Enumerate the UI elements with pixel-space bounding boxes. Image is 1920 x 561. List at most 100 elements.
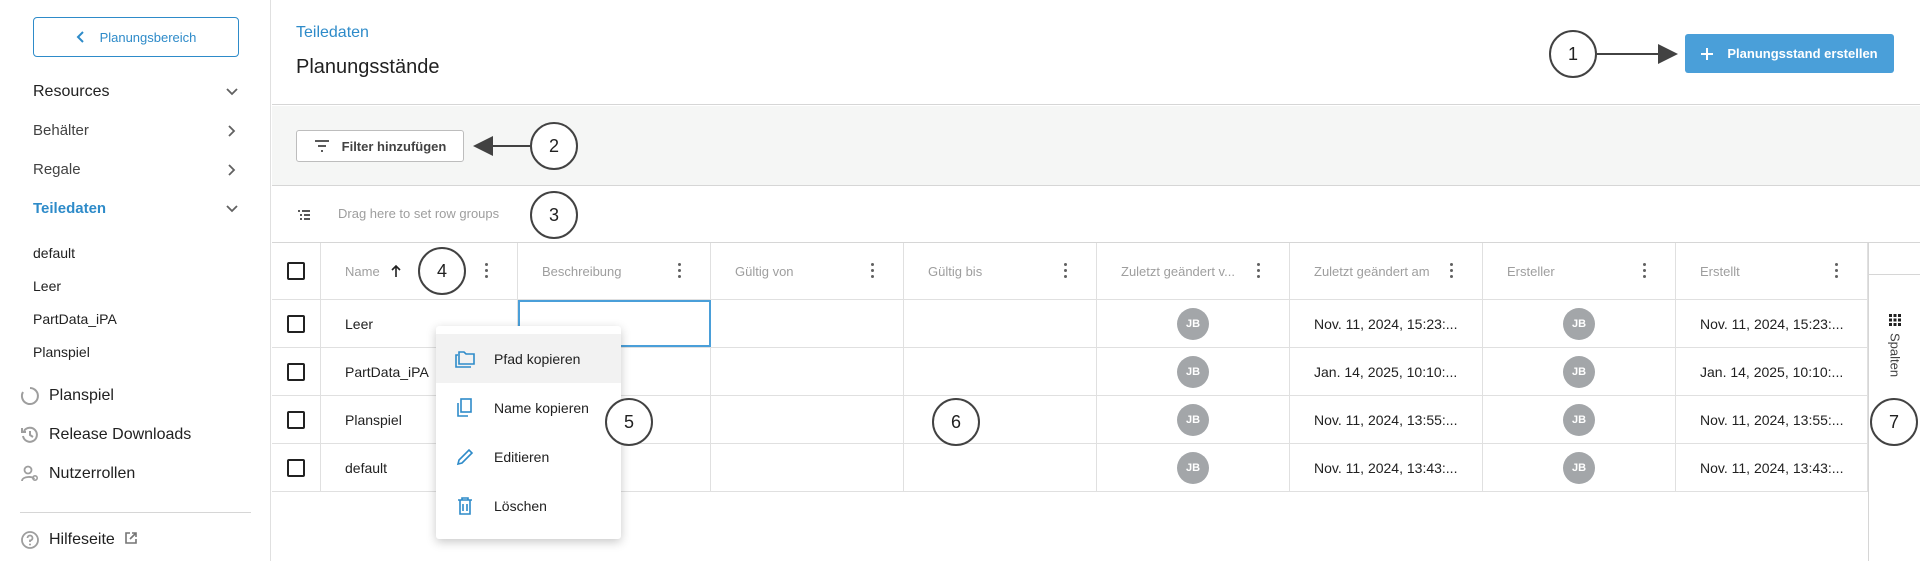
sidebar-item-release-downloads[interactable]: Release Downloads bbox=[20, 425, 191, 445]
row-group-placeholder: Drag here to set row groups bbox=[338, 206, 500, 221]
row-checkbox[interactable] bbox=[287, 314, 305, 333]
column-header-erstellt[interactable]: Erstellt bbox=[1676, 243, 1868, 299]
sidebar-item-regale[interactable]: Regale bbox=[33, 161, 239, 178]
row-select-cell bbox=[272, 396, 321, 443]
page-title: Planungsstände bbox=[296, 56, 440, 78]
filter-bar: Filter hinzufügen bbox=[272, 106, 1920, 186]
menu-item-copy-name[interactable]: Name kopieren bbox=[436, 383, 621, 432]
column-header-gueltig-von[interactable]: Gültig von bbox=[711, 243, 904, 299]
sidebar-subitem-default[interactable]: default bbox=[33, 245, 75, 261]
column-header-ersteller[interactable]: Ersteller bbox=[1483, 243, 1676, 299]
sidebar-item-behaelter[interactable]: Behälter bbox=[33, 122, 239, 139]
sidebar-item-resources[interactable]: Resources bbox=[33, 83, 239, 101]
cell-erstellt[interactable]: Nov. 11, 2024, 13:55:... bbox=[1676, 396, 1868, 443]
annotation-marker-3: 3 bbox=[530, 191, 578, 239]
cell-erstellt[interactable]: Nov. 11, 2024, 13:43:... bbox=[1676, 444, 1868, 491]
columns-panel-tab[interactable]: Spalten bbox=[1881, 313, 1909, 377]
menu-item-delete[interactable]: Löschen bbox=[436, 481, 621, 530]
select-all-cell bbox=[272, 243, 321, 299]
avatar: JB bbox=[1177, 307, 1209, 340]
sidebar-subitem-partdata-ipa[interactable]: PartData_iPA bbox=[33, 311, 117, 327]
sidebar-item-hilfeseite[interactable]: Hilfeseite bbox=[20, 530, 138, 550]
cell-gueltig-bis[interactable] bbox=[904, 444, 1097, 491]
column-header-label: Gültig von bbox=[735, 263, 794, 279]
sort-ascending-icon bbox=[391, 264, 401, 277]
column-header-zuletzt-geaendert-am[interactable]: Zuletzt geändert am bbox=[1290, 243, 1483, 299]
cell-ersteller[interactable]: JB bbox=[1483, 300, 1676, 347]
column-menu-icon[interactable] bbox=[1064, 263, 1068, 279]
cell-zuletzt-geaendert-von[interactable]: JB bbox=[1097, 396, 1290, 443]
column-header-beschreibung[interactable]: Beschreibung bbox=[518, 243, 711, 299]
column-header-zuletzt-geaendert-von[interactable]: Zuletzt geändert v... bbox=[1097, 243, 1290, 299]
cell-zuletzt-geaendert-von[interactable]: JB bbox=[1097, 348, 1290, 395]
menu-item-label: Editieren bbox=[494, 448, 550, 465]
row-group-drop-zone[interactable]: Drag here to set row groups bbox=[272, 187, 1920, 243]
sidebar-item-teiledaten[interactable]: Teiledaten bbox=[33, 200, 239, 217]
cell-zuletzt-geaendert-am[interactable]: Nov. 11, 2024, 15:23:... bbox=[1290, 300, 1483, 347]
cell-gueltig-von[interactable] bbox=[711, 444, 904, 491]
column-menu-icon[interactable] bbox=[1835, 263, 1839, 279]
cell-gueltig-bis[interactable] bbox=[904, 300, 1097, 347]
cell-gueltig-bis[interactable] bbox=[904, 348, 1097, 395]
avatar: JB bbox=[1563, 307, 1595, 340]
row-context-menu: Pfad kopieren Name kopieren Editieren Lö… bbox=[436, 326, 621, 539]
add-filter-button[interactable]: Filter hinzufügen bbox=[296, 130, 464, 162]
back-to-planungsbereich-button[interactable]: Planungsbereich bbox=[33, 17, 239, 57]
cell-ersteller[interactable]: JB bbox=[1483, 348, 1676, 395]
menu-item-label: Pfad kopieren bbox=[494, 350, 581, 367]
row-checkbox[interactable] bbox=[287, 362, 305, 381]
chevron-right-icon bbox=[228, 124, 236, 137]
menu-item-copy-path[interactable]: Pfad kopieren bbox=[436, 334, 621, 383]
annotation-marker-7: 7 bbox=[1870, 398, 1918, 446]
filter-icon bbox=[314, 140, 329, 152]
sidebar-item-label: Behälter bbox=[33, 122, 89, 139]
cell-gueltig-von[interactable] bbox=[711, 348, 904, 395]
cell-erstellt[interactable]: Nov. 11, 2024, 15:23:... bbox=[1676, 300, 1868, 347]
breadcrumb[interactable]: Teiledaten bbox=[296, 24, 369, 42]
cell-gueltig-von[interactable] bbox=[711, 300, 904, 347]
column-header-label: Gültig bis bbox=[928, 263, 983, 279]
sidebar-item-nutzerrollen[interactable]: Nutzerrollen bbox=[20, 464, 135, 484]
row-checkbox[interactable] bbox=[287, 410, 305, 429]
sidebar-item-label: Nutzerrollen bbox=[49, 465, 136, 482]
cell-zuletzt-geaendert-am[interactable]: Nov. 11, 2024, 13:43:... bbox=[1290, 444, 1483, 491]
column-menu-icon[interactable] bbox=[871, 263, 875, 279]
sidebar-divider bbox=[20, 512, 251, 513]
column-header-gueltig-bis[interactable]: Gültig bis bbox=[904, 243, 1097, 299]
row-select-cell bbox=[272, 444, 321, 491]
cell-zuletzt-geaendert-von[interactable]: JB bbox=[1097, 444, 1290, 491]
cell-ersteller[interactable]: JB bbox=[1483, 444, 1676, 491]
select-all-checkbox[interactable] bbox=[287, 262, 305, 280]
avatar: JB bbox=[1177, 451, 1209, 484]
sidebar-item-label: Hilfeseite bbox=[49, 531, 115, 548]
column-menu-icon[interactable] bbox=[1643, 263, 1647, 279]
column-menu-icon[interactable] bbox=[1257, 263, 1261, 279]
column-header-label: Erstellt bbox=[1700, 263, 1740, 279]
create-planungsstand-button[interactable]: Planungsstand erstellen bbox=[1685, 34, 1894, 73]
external-link-icon bbox=[124, 531, 138, 550]
add-filter-label: Filter hinzufügen bbox=[341, 138, 447, 154]
user-settings-icon bbox=[20, 464, 40, 484]
help-circle-icon bbox=[20, 530, 40, 550]
cell-gueltig-von[interactable] bbox=[711, 396, 904, 443]
side-panel-header bbox=[1869, 243, 1920, 275]
sidebar-subitem-leer[interactable]: Leer bbox=[33, 278, 61, 294]
column-menu-icon[interactable] bbox=[1450, 263, 1454, 279]
cell-zuletzt-geaendert-am[interactable]: Nov. 11, 2024, 13:55:... bbox=[1290, 396, 1483, 443]
page-header: Teiledaten Planungsstände Planungsstand … bbox=[272, 0, 1920, 105]
cell-ersteller[interactable]: JB bbox=[1483, 396, 1676, 443]
avatar: JB bbox=[1177, 355, 1209, 388]
column-menu-icon[interactable] bbox=[485, 263, 489, 279]
cell-zuletzt-geaendert-am[interactable]: Jan. 14, 2025, 10:10:... bbox=[1290, 348, 1483, 395]
folder-copy-icon bbox=[455, 350, 475, 368]
cell-erstellt[interactable]: Jan. 14, 2025, 10:10:... bbox=[1676, 348, 1868, 395]
row-checkbox[interactable] bbox=[287, 458, 305, 477]
sidebar-item-planspiel[interactable]: Planspiel bbox=[20, 386, 114, 406]
chevron-left-icon bbox=[76, 31, 84, 43]
copy-icon bbox=[457, 397, 472, 417]
column-menu-icon[interactable] bbox=[678, 263, 682, 279]
menu-item-edit[interactable]: Editieren bbox=[436, 432, 621, 481]
sidebar-subitem-planspiel[interactable]: Planspiel bbox=[33, 344, 90, 360]
cell-zuletzt-geaendert-von[interactable]: JB bbox=[1097, 300, 1290, 347]
columns-panel-label: Spalten bbox=[1887, 333, 1903, 378]
